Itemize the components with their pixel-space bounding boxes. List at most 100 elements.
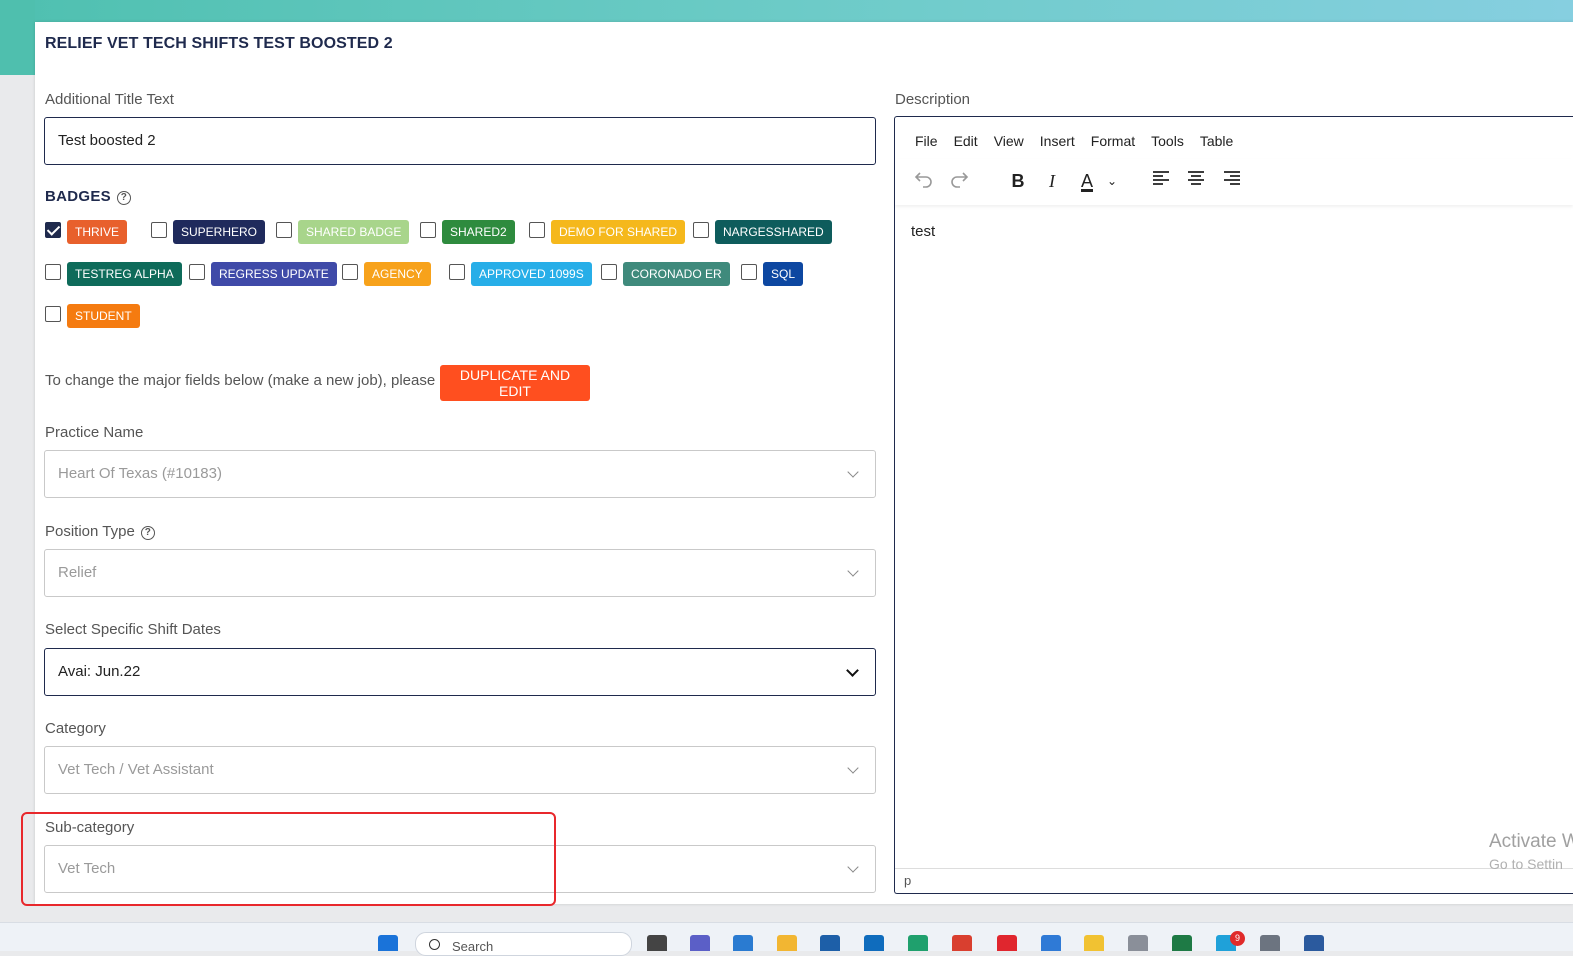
position-type-label: Position Type? (45, 523, 155, 540)
remote-desktop-icon[interactable] (1304, 935, 1324, 951)
menu-insert[interactable]: Insert (1040, 133, 1075, 149)
chevron-down-icon (847, 762, 859, 774)
duplicate-and-edit-button[interactable]: DUPLICATE AND EDIT (440, 365, 590, 401)
start-icon[interactable] (378, 935, 398, 951)
badges-label: BADGES (45, 188, 111, 205)
badge-chip: SHARED BADGE (298, 220, 410, 244)
badge-chip: APPROVED 1099S (471, 262, 592, 286)
category-select[interactable]: Vet Tech / Vet Assistant (44, 746, 876, 794)
activate-windows-watermark: Activate W (1489, 831, 1573, 852)
chevron-down-icon (847, 565, 859, 577)
app-header-bar (0, 0, 1573, 22)
badge-checkbox[interactable] (45, 222, 61, 238)
description-editor: File Edit View Insert Format Tools Table B I A… (894, 116, 1573, 894)
position-type-select[interactable]: Relief (44, 549, 876, 597)
additional-title-input[interactable]: Test boosted 2 (44, 117, 876, 165)
undo-icon[interactable] (913, 169, 935, 193)
description-label: Description (895, 91, 971, 108)
badges-heading: BADGES? (45, 188, 131, 205)
badge-checkbox[interactable] (449, 264, 465, 280)
notification-badge: 9 (1230, 931, 1245, 946)
editor-toolbar: B I A ⌄ (895, 159, 1573, 205)
excel-icon[interactable] (1172, 935, 1192, 951)
annotation-highlight-box (21, 812, 556, 906)
redo-icon[interactable] (948, 169, 970, 193)
settings-icon[interactable] (1260, 935, 1280, 951)
badge-chip: THRIVE (67, 220, 128, 244)
menu-edit[interactable]: Edit (954, 133, 978, 149)
badge-checkbox[interactable] (693, 222, 709, 238)
bold-icon[interactable]: B (1008, 169, 1028, 193)
chevron-down-icon (846, 664, 859, 677)
menu-format[interactable]: Format (1091, 133, 1135, 149)
duplicate-hint: To change the major fields below (make a… (45, 372, 436, 389)
shift-dates-select[interactable]: Avai: Jun.22 (44, 648, 876, 696)
badge-checkbox[interactable] (45, 306, 61, 322)
badge-checkbox[interactable] (529, 222, 545, 238)
search-icon (429, 939, 440, 950)
editor-content[interactable]: test (911, 223, 935, 240)
teams-icon[interactable] (690, 935, 710, 951)
help-icon[interactable]: ? (140, 526, 155, 540)
menu-file[interactable]: File (915, 133, 938, 149)
badge-checkbox[interactable] (189, 264, 205, 280)
category-value: Vet Tech / Vet Assistant (58, 761, 214, 778)
shift-dates-label: Select Specific Shift Dates (45, 621, 221, 638)
badge-chip: REGRESS UPDATE (211, 262, 337, 286)
badge-checkbox[interactable] (151, 222, 167, 238)
activate-windows-subtext: Go to Settin (1489, 856, 1563, 872)
badge-chip: TESTREG ALPHA (67, 262, 182, 286)
folder-icon[interactable] (1084, 935, 1104, 951)
align-right-icon[interactable] (1222, 169, 1242, 193)
align-left-icon[interactable] (1151, 169, 1171, 193)
practice-name-label: Practice Name (45, 424, 144, 441)
menu-tools[interactable]: Tools (1151, 133, 1184, 149)
badge-checkbox[interactable] (45, 264, 61, 280)
editor-statusbar: p (895, 868, 1573, 893)
practice-name-value: Heart Of Texas (#10183) (58, 465, 222, 482)
badge-chip: SQL (763, 262, 804, 286)
windows-taskbar: Search 9 (0, 922, 1573, 956)
practice-name-select[interactable]: Heart Of Texas (#10183) (44, 450, 876, 498)
sidebar-edge (0, 0, 35, 75)
position-type-label-text: Position Type (45, 523, 135, 540)
chrome-icon[interactable] (952, 935, 972, 951)
notepad-icon[interactable] (1041, 935, 1061, 951)
menu-view[interactable]: View (994, 133, 1024, 149)
badge-chip: AGENCY (364, 262, 431, 286)
badge-checkbox[interactable] (276, 222, 292, 238)
mail-icon[interactable] (820, 935, 840, 951)
badge-chip: NARGESSHARED (715, 220, 832, 244)
align-center-icon[interactable] (1186, 169, 1206, 193)
badge-checkbox[interactable] (601, 264, 617, 280)
store-icon[interactable] (733, 935, 753, 951)
chevron-down-icon[interactable]: ⌄ (1105, 169, 1119, 193)
shift-dates-value: Avai: Jun.22 (58, 663, 141, 680)
edit-job-modal: RELIEF VET TECH SHIFTS TEST BOOSTED 2 Ad… (35, 22, 1573, 904)
outlook-icon[interactable] (864, 935, 884, 951)
menu-table[interactable]: Table (1200, 133, 1233, 149)
badge-chip: SUPERHERO (173, 220, 266, 244)
app-icon-red[interactable] (997, 935, 1017, 951)
file-explorer-icon[interactable] (777, 935, 797, 951)
taskbar-search[interactable]: Search (415, 932, 632, 956)
badge-checkbox[interactable] (741, 264, 757, 280)
task-view-icon[interactable] (647, 935, 667, 951)
text-color-icon[interactable]: A (1076, 169, 1098, 193)
help-icon[interactable]: ? (116, 191, 131, 205)
badge-chip: SHARED2 (442, 220, 515, 244)
badge-chip: DEMO FOR SHARED (551, 220, 686, 244)
italic-icon[interactable]: I (1044, 169, 1060, 193)
edge-icon[interactable] (908, 935, 928, 951)
badge-checkbox[interactable] (420, 222, 436, 238)
element-path[interactable]: p (904, 873, 911, 888)
editor-menubar: File Edit View Insert Format Tools Table (915, 133, 1249, 149)
badge-chip: STUDENT (67, 304, 140, 328)
editor-app-icon[interactable] (1128, 935, 1148, 951)
badge-checkbox[interactable] (342, 264, 358, 280)
chevron-down-icon (847, 861, 859, 873)
additional-title-value: Test boosted 2 (58, 132, 156, 149)
taskbar-search-text: Search (452, 939, 494, 954)
additional-title-label: Additional Title Text (45, 91, 174, 108)
category-label: Category (45, 720, 106, 737)
